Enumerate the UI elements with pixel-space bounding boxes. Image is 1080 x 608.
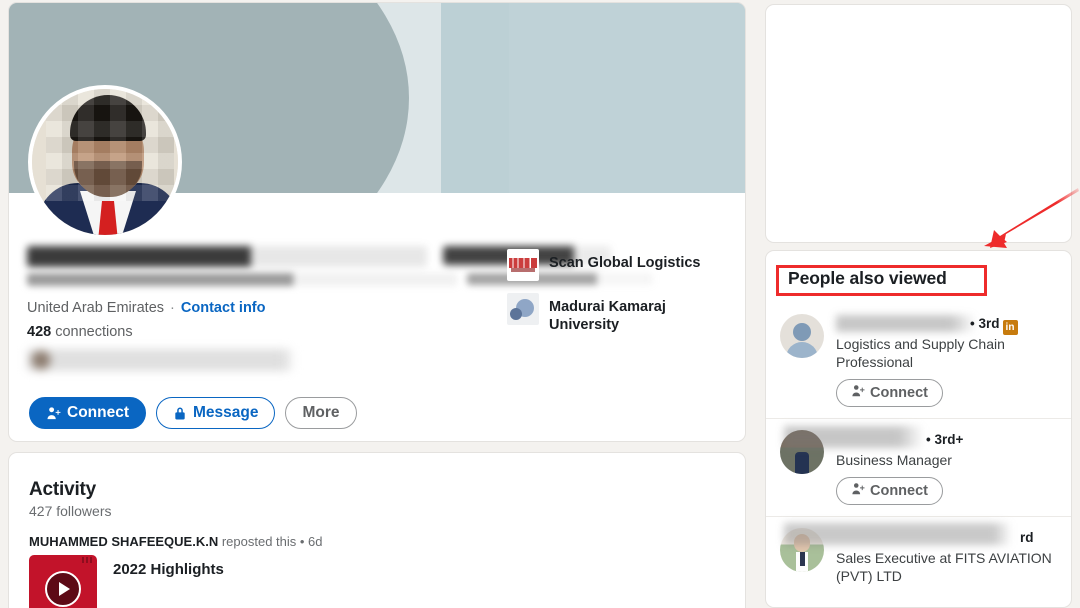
activity-card: Activity 427 followers MUHAMMED SHAFEEQU…	[8, 452, 746, 608]
message-button-label: Message	[193, 404, 259, 421]
avatar-head	[793, 323, 811, 341]
activity-repost-line: MUHAMMED SHAFEEQUE.K.N reposted this • 6…	[29, 534, 323, 549]
person-plus-icon	[851, 482, 865, 500]
person-headline: Logistics and Supply Chain Professional	[836, 336, 1005, 370]
person-degree: • 3rd+	[926, 432, 963, 447]
repost-author[interactable]: MUHAMMED SHAFEEQUE.K.N	[29, 534, 218, 549]
connect-button[interactable]: Connect	[836, 477, 943, 505]
connections-count: 428	[27, 324, 52, 340]
activity-post-title[interactable]: 2022 Highlights	[113, 555, 224, 578]
avatar-body	[786, 342, 818, 358]
person-name-line: rd	[784, 523, 1057, 548]
person-headline: Sales Executive at FITS AVIATION (PVT) L…	[836, 550, 1052, 584]
play-triangle	[59, 582, 70, 596]
person-degree: • 3rd in	[970, 316, 1018, 335]
sidebar-top-card	[765, 4, 1072, 243]
organization-row-school[interactable]: Madurai Kamaraj University	[507, 293, 727, 334]
organization-name-company: Scan Global Logistics	[549, 255, 701, 271]
mutual-connections-redacted	[27, 349, 295, 371]
avatar-pixelation-redaction	[46, 89, 174, 201]
profile-card: United Arab Emirates · Contact info 428 …	[8, 2, 746, 442]
connect-button[interactable]: Connect	[836, 379, 943, 407]
madurai-kamaraj-university-logo	[507, 293, 539, 325]
profile-name-redacted	[27, 246, 427, 267]
list-item[interactable]: rd Sales Executive at FITS AVIATION (PVT…	[766, 516, 1071, 596]
list-item-body: • 3rd+ Business Manager Connect	[784, 426, 1057, 505]
list-item[interactable]: • 3rd in Logistics and Supply Chain Profe…	[766, 303, 1071, 418]
list-item[interactable]: • 3rd+ Business Manager Connect	[766, 418, 1071, 516]
profile-organizations: Scan Global Logistics Madurai Kamaraj Un…	[507, 249, 727, 346]
person-degree-label: • 3rd+	[926, 432, 964, 447]
person-plus-icon	[851, 384, 865, 402]
scan-global-logistics-logo	[507, 249, 539, 281]
organization-row-company[interactable]: Scan Global Logistics	[507, 249, 727, 281]
message-button[interactable]: Message	[156, 397, 276, 429]
video-thumbnail[interactable]	[29, 555, 97, 608]
university-logo-circle-small	[510, 308, 522, 320]
list-item-body: • 3rd in Logistics and Supply Chain Profe…	[836, 314, 1057, 407]
scan-logo-subtext	[511, 268, 535, 272]
linkedin-profile-page: United Arab Emirates · Contact info 428 …	[0, 0, 1080, 608]
organization-name-school: Madurai Kamaraj University	[549, 299, 666, 333]
person-degree: rd	[1020, 530, 1034, 545]
thumbnail-corner-mark	[82, 557, 94, 563]
connect-button-label: Connect	[870, 483, 928, 499]
connect-button-label: Connect	[67, 404, 129, 421]
avatar-tie	[800, 552, 805, 566]
activity-followers: 427 followers	[29, 503, 112, 519]
person-name-line: • 3rd+	[784, 426, 1057, 450]
contact-info-link[interactable]: Contact info	[181, 300, 266, 316]
person-name-redacted	[784, 426, 924, 448]
avatar[interactable]	[28, 85, 182, 239]
avatar-body	[795, 452, 809, 474]
profile-headline-redacted	[27, 273, 457, 286]
people-also-viewed-header: People also viewed	[788, 268, 947, 288]
play-icon[interactable]	[45, 571, 81, 607]
people-also-viewed-card: People also viewed • 3rd in Logistics and…	[765, 250, 1072, 608]
connections-label: connections	[55, 324, 133, 340]
list-item-body: rd Sales Executive at FITS AVIATION (PVT…	[784, 523, 1057, 585]
connect-button[interactable]: Connect	[29, 397, 146, 429]
profile-location: United Arab Emirates	[27, 300, 165, 316]
person-degree-label: • 3rd	[970, 316, 1000, 331]
avatar[interactable]	[780, 314, 824, 358]
person-headline: Business Manager	[836, 452, 952, 468]
person-name-line: • 3rd in	[836, 314, 1057, 335]
lock-icon	[173, 406, 187, 421]
person-name-redacted	[836, 315, 976, 332]
connect-button-label: Connect	[870, 385, 928, 401]
scan-logo-mark	[509, 258, 537, 268]
profile-action-buttons: Connect Message More	[29, 397, 357, 429]
profile-location-row: United Arab Emirates · Contact info	[27, 300, 266, 316]
linkedin-premium-badge-icon: in	[1002, 320, 1018, 335]
activity-title: Activity	[29, 479, 97, 500]
more-button[interactable]: More	[285, 397, 357, 429]
location-separator: ·	[170, 300, 175, 316]
banner-right-block	[509, 3, 745, 193]
people-also-viewed-list: • 3rd in Logistics and Supply Chain Profe…	[766, 303, 1071, 596]
more-button-label: More	[302, 404, 340, 421]
activity-post[interactable]: 2022 Highlights	[29, 555, 224, 608]
person-name-redacted	[784, 523, 1012, 545]
connections-row[interactable]: 428 connections	[27, 324, 133, 340]
person-degree-label: rd	[1020, 530, 1034, 545]
person-plus-icon	[46, 406, 61, 421]
repost-meta: reposted this • 6d	[218, 534, 323, 549]
